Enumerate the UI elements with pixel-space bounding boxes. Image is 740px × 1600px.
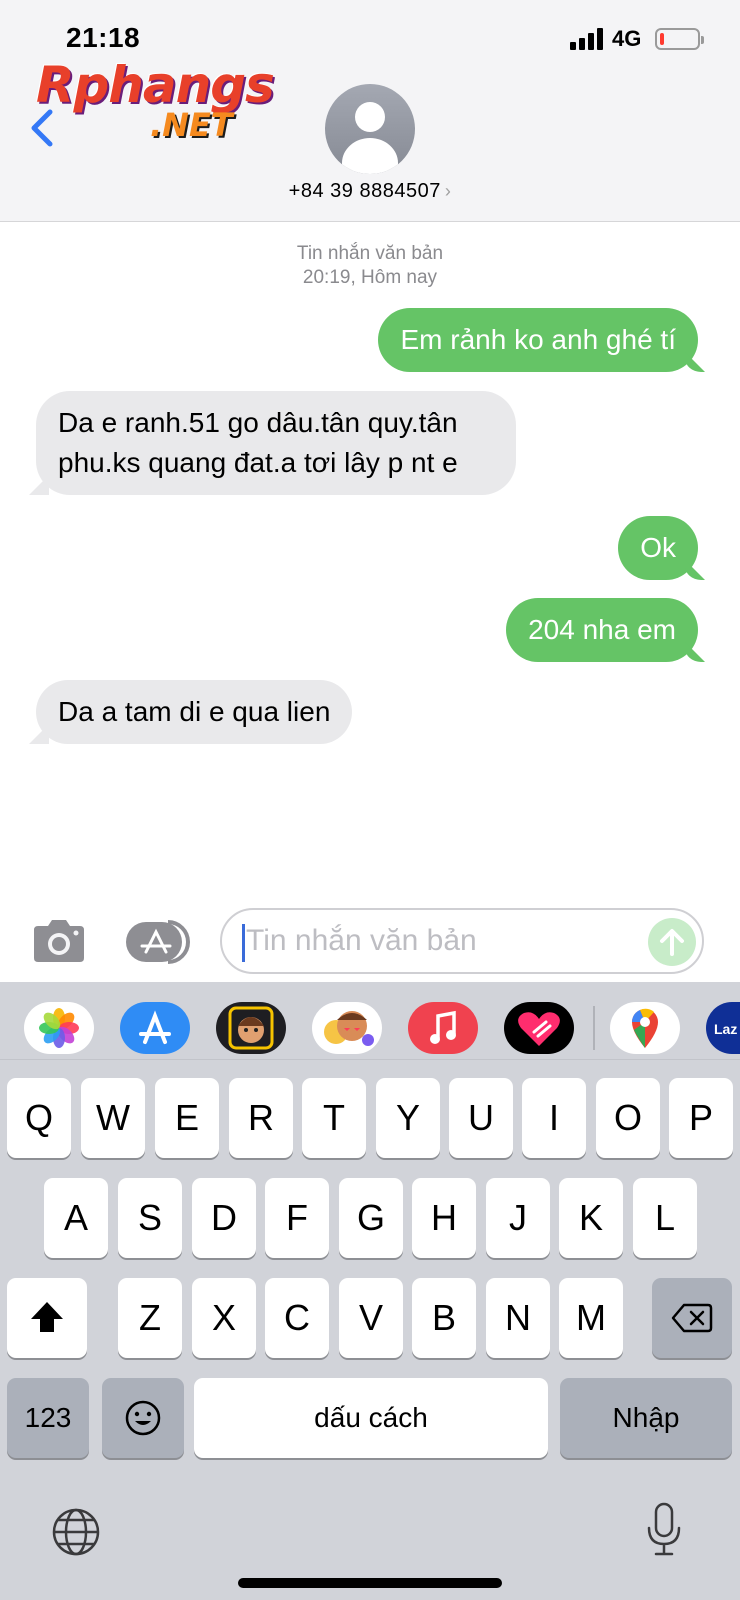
status-time: 21:18 [66,22,141,53]
music-icon[interactable] [408,1002,478,1054]
message-bubble-received[interactable]: Da a tam di e qua lien [36,680,353,744]
key-d[interactable]: D [192,1178,256,1258]
svg-text:Laz: Laz [714,1021,737,1037]
key-n[interactable]: N [486,1278,550,1358]
key-e[interactable]: E [155,1078,219,1158]
lazada-icon[interactable]: Laz [706,1002,740,1054]
key-m[interactable]: M [559,1278,623,1358]
key-y[interactable]: Y [376,1078,440,1158]
message-type-label: Tin nhắn văn bản [296,243,444,264]
message-bubble-sent[interactable]: Em rảnh ko anh ghé tí [378,308,698,372]
key-w[interactable]: W [81,1078,145,1158]
key-b[interactable]: B [412,1278,476,1358]
key-i[interactable]: I [522,1078,586,1158]
app-store-toggle-icon[interactable] [124,920,190,964]
backspace-icon [671,1303,713,1333]
key-r[interactable]: R [229,1078,293,1158]
google-maps-icon[interactable] [610,1002,680,1054]
arrow-up-icon [660,929,684,956]
message-input[interactable]: Tin nhắn văn bản [220,908,704,974]
numbers-key[interactable]: 123 [7,1378,89,1458]
logo-suffix-text: .NET [150,106,233,144]
photos-icon[interactable] [24,1002,94,1054]
digital-touch-icon[interactable] [504,1002,574,1054]
key-c[interactable]: C [265,1278,329,1358]
message-text: Ok [640,532,676,563]
key-j[interactable]: J [486,1178,550,1258]
watermark-logo: Rphangs .NET [36,56,276,146]
strip-divider [593,1006,595,1050]
key-o[interactable]: O [596,1078,660,1158]
app-store-icon[interactable] [120,1002,190,1054]
message-text: Da e ranh.51 go dâu.tân quy.tân phu.ks q… [58,407,458,478]
microphone-icon[interactable] [644,1500,684,1560]
key-p[interactable]: P [669,1078,733,1158]
keyboard: Laz Q W E R T Y U I O P A S D F G H J K … [0,982,740,1600]
key-x[interactable]: X [192,1278,256,1358]
send-button[interactable] [648,918,696,966]
text-caret [242,924,245,962]
home-indicator [238,1578,502,1588]
shift-key[interactable] [7,1278,87,1358]
emoji-key[interactable] [102,1378,184,1458]
memoji-stickers-icon[interactable] [312,1002,382,1054]
key-a[interactable]: A [44,1178,108,1258]
camera-icon[interactable] [30,918,88,964]
key-v[interactable]: V [339,1278,403,1358]
return-key[interactable]: Nhập [560,1378,732,1458]
contact-number: +84 39 8884507 [288,180,441,202]
battery-icon [655,28,704,50]
key-l[interactable]: L [633,1178,697,1258]
emoji-icon [125,1400,161,1436]
globe-icon[interactable] [50,1506,102,1558]
shift-icon [31,1302,63,1332]
key-t[interactable]: T [302,1078,366,1158]
chevron-right-icon: › [444,181,452,201]
signal-icon [570,28,604,50]
message-text: Em rảnh ko anh ghé tí [400,324,676,355]
delete-key[interactable] [652,1278,732,1358]
contact-avatar[interactable] [325,84,415,174]
message-input-placeholder: Tin nhắn văn bản [246,924,477,957]
key-u[interactable]: U [449,1078,513,1158]
message-bubble-sent[interactable]: Ok [618,516,698,580]
message-bubble-received[interactable]: Da e ranh.51 go dâu.tân quy.tân phu.ks q… [36,391,516,495]
imessage-app-strip: Laz [0,982,740,1060]
key-h[interactable]: H [412,1178,476,1258]
space-key[interactable]: dấu cách [194,1378,548,1458]
key-f[interactable]: F [265,1178,329,1258]
memoji-icon[interactable] [216,1002,286,1054]
message-text: 204 nha em [528,614,676,645]
key-g[interactable]: G [339,1178,403,1258]
contact-name-button[interactable]: +84 39 8884507 › [0,180,740,203]
key-s[interactable]: S [118,1178,182,1258]
key-k[interactable]: K [559,1178,623,1258]
key-z[interactable]: Z [118,1278,182,1358]
message-text: Da a tam di e qua lien [58,696,331,727]
network-label: 4G [612,26,642,51]
message-bubble-sent[interactable]: 204 nha em [506,598,698,662]
conversation-header: 21:18 4G Rphangs .NET +84 39 8884507 › [0,0,740,222]
message-timestamp: 20:19, Hôm nay [302,267,438,288]
key-q[interactable]: Q [7,1078,71,1158]
